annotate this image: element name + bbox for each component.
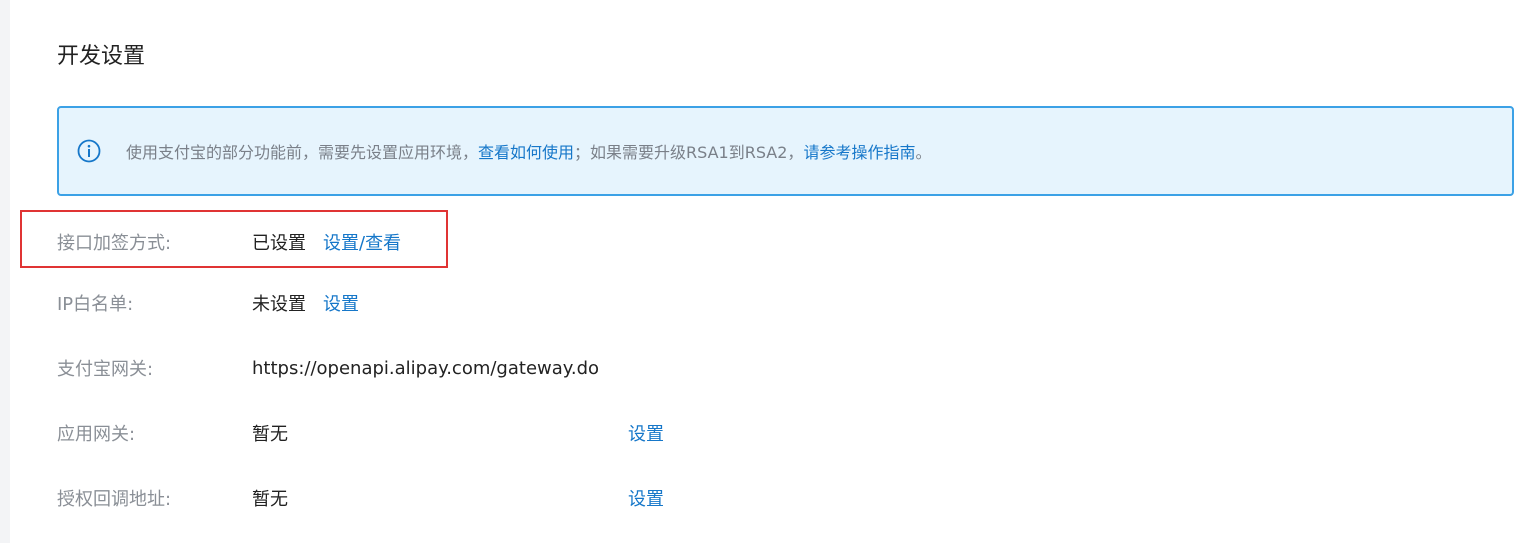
ip-whitelist-value: 未设置 xyxy=(252,294,306,315)
notice-text: 使用支付宝的部分功能前，需要先设置应用环境，查看如何使用；如果需要升级RSA1到… xyxy=(126,139,931,163)
alipay-gateway-row: 支付宝网关: https://openapi.alipay.com/gatewa… xyxy=(57,353,599,383)
notice-text-after: 。 xyxy=(915,143,932,162)
callback-url-value: 暂无 xyxy=(252,489,288,510)
callback-url-set-link[interactable]: 设置 xyxy=(628,485,664,511)
info-notice: 使用支付宝的部分功能前，需要先设置应用环境，查看如何使用；如果需要升级RSA1到… xyxy=(57,106,1514,196)
dev-settings-panel: 开发设置 使用支付宝的部分功能前，需要先设置应用环境，查看如何使用；如果需要升级… xyxy=(10,0,1532,543)
page-title: 开发设置 xyxy=(57,44,146,69)
ip-whitelist-label: IP白名单: xyxy=(57,294,134,315)
alipay-gateway-label: 支付宝网关: xyxy=(57,359,154,380)
guide-link[interactable]: 请参考操作指南 xyxy=(803,143,915,162)
ip-whitelist-row: IP白名单: 未设置 设置 xyxy=(57,288,359,318)
app-gateway-set-link[interactable]: 设置 xyxy=(628,420,664,446)
alipay-gateway-value: https://openapi.alipay.com/gateway.do xyxy=(252,357,600,379)
ip-whitelist-set-link[interactable]: 设置 xyxy=(323,290,359,316)
app-gateway-row: 应用网关: 暂无 设置 xyxy=(57,418,757,448)
notice-text-middle: ；如果需要升级RSA1到RSA2， xyxy=(574,143,804,162)
info-circle-icon xyxy=(77,139,101,163)
highlight-annotation-box xyxy=(20,210,448,268)
app-gateway-value: 暂无 xyxy=(252,424,288,445)
usage-link[interactable]: 查看如何使用 xyxy=(478,143,574,162)
callback-url-row: 授权回调地址: 暂无 设置 xyxy=(57,483,757,513)
callback-url-label: 授权回调地址: xyxy=(57,489,172,510)
left-edge-strip xyxy=(0,0,10,543)
notice-text-before: 使用支付宝的部分功能前，需要先设置应用环境， xyxy=(126,143,479,162)
app-gateway-label: 应用网关: xyxy=(57,424,136,445)
